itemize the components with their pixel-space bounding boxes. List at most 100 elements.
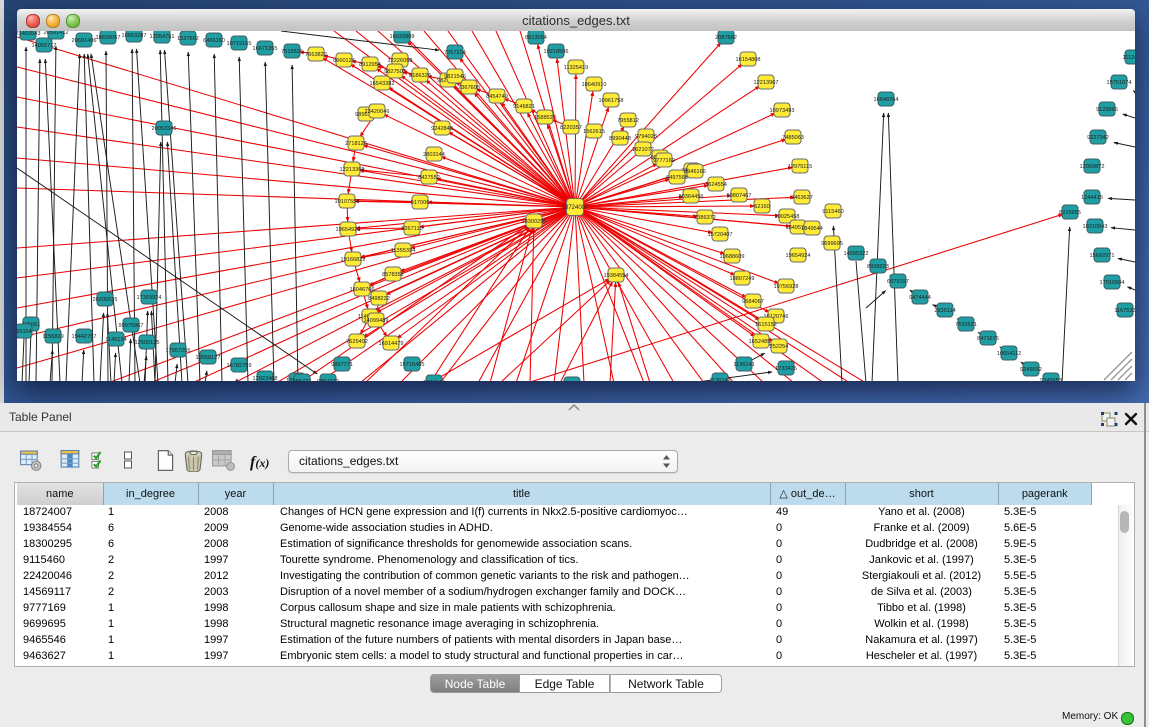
- svg-text:19756928: 19756928: [774, 284, 799, 290]
- svg-text:2367608: 2367608: [458, 85, 480, 91]
- svg-text:12975115: 12975115: [788, 164, 812, 170]
- svg-text:9794028: 9794028: [635, 134, 657, 140]
- svg-text:8938923: 8938923: [867, 264, 889, 270]
- svg-text:252254: 252254: [770, 344, 789, 350]
- svg-text:15720407: 15720407: [708, 232, 733, 238]
- svg-text:9245653: 9245653: [1040, 378, 1062, 381]
- svg-text:11325419: 11325419: [564, 65, 588, 71]
- svg-text:23420046: 23420046: [365, 109, 390, 115]
- svg-text:7632621: 7632621: [955, 322, 977, 328]
- svg-text:7955812: 7955812: [617, 118, 639, 124]
- svg-text:16543382: 16543382: [370, 81, 395, 87]
- svg-text:16648764: 16648764: [874, 97, 899, 103]
- svg-text:10025458: 10025458: [775, 214, 800, 220]
- svg-text:18300295: 18300295: [522, 219, 547, 225]
- svg-text:8471676: 8471676: [977, 336, 999, 342]
- svg-text:18807249: 18807249: [730, 276, 755, 282]
- svg-text:12213369: 12213369: [340, 167, 365, 173]
- svg-text:8427552: 8427552: [418, 175, 440, 181]
- svg-text:8498222: 8498222: [368, 296, 390, 302]
- svg-text:12923468: 12923468: [253, 376, 278, 381]
- svg-text:21403543: 21403543: [17, 31, 40, 37]
- svg-text:1621072: 1621072: [632, 147, 654, 153]
- svg-text:10958127: 10958127: [196, 355, 221, 361]
- svg-text:39154: 39154: [17, 329, 32, 335]
- svg-text:7485063: 7485063: [782, 135, 804, 141]
- svg-text:2935114: 2935114: [934, 308, 955, 314]
- svg-text:16914479: 16914479: [379, 341, 404, 347]
- svg-text:9821546: 9821546: [444, 74, 466, 80]
- svg-text:12054751: 12054751: [150, 34, 175, 40]
- svg-text:62160: 62160: [754, 204, 770, 210]
- svg-text:2718126: 2718126: [345, 141, 367, 147]
- svg-text:20364456: 20364456: [679, 194, 704, 200]
- svg-text:19384554: 19384554: [604, 273, 629, 279]
- svg-text:9946166: 9946166: [684, 169, 706, 175]
- svg-text:12213967: 12213967: [754, 80, 779, 86]
- svg-text:14095322: 14095322: [844, 251, 869, 257]
- svg-text:9857771: 9857771: [331, 362, 353, 368]
- svg-text:1156829: 1156829: [42, 334, 63, 340]
- svg-text:20206535: 20206535: [93, 297, 118, 303]
- svg-text:10653287: 10653287: [122, 33, 147, 39]
- svg-text:9245652: 9245652: [1020, 367, 1042, 373]
- svg-text:8186328: 8186328: [409, 73, 431, 79]
- svg-text:8912954: 8912954: [359, 62, 381, 68]
- svg-text:3624554: 3624554: [705, 182, 727, 188]
- svg-text:8813054: 8813054: [525, 35, 547, 41]
- svg-text:14055717: 14055717: [32, 43, 57, 49]
- svg-text:1615152: 1615152: [755, 322, 777, 328]
- svg-text:16782759: 16782759: [227, 363, 252, 369]
- svg-text:8578352: 8578352: [382, 272, 404, 278]
- svg-text:15692971: 15692971: [1090, 253, 1115, 259]
- svg-text:19218506: 19218506: [544, 49, 569, 55]
- svg-text:1527602: 1527602: [177, 36, 199, 42]
- svg-text:1136141: 1136141: [733, 362, 754, 368]
- svg-text:16154808: 16154808: [736, 57, 761, 63]
- svg-text:8454749: 8454749: [486, 94, 508, 100]
- svg-text:12226058: 12226058: [388, 58, 413, 64]
- svg-text:9463627: 9463627: [791, 195, 813, 201]
- svg-text:1145194: 1145194: [105, 337, 126, 343]
- svg-text:16046766: 16046766: [350, 287, 375, 293]
- svg-text:20691406: 20691406: [72, 38, 97, 44]
- svg-text:10961758: 10961758: [599, 98, 624, 104]
- svg-text:19442757: 19442757: [72, 334, 97, 340]
- svg-text:19654924: 19654924: [786, 253, 811, 259]
- svg-text:19654923: 19654923: [336, 227, 361, 233]
- svg-text:6679197: 6679197: [887, 279, 909, 285]
- svg-text:12505135: 12505135: [135, 340, 160, 346]
- svg-text:11355394: 11355394: [391, 248, 415, 254]
- svg-text:15751074: 15751074: [1107, 80, 1132, 86]
- svg-text:7515526: 7515526: [281, 49, 303, 55]
- svg-text:9777169: 9777169: [653, 158, 675, 164]
- svg-text:8267110: 8267110: [401, 226, 422, 232]
- svg-text:7386372: 7386372: [694, 215, 716, 221]
- svg-text:1562615: 1562615: [583, 129, 605, 135]
- svg-text:1849544: 1849544: [801, 226, 823, 232]
- svg-text:9242848: 9242848: [431, 126, 453, 132]
- svg-text:17957255: 17957255: [166, 348, 191, 354]
- svg-text:10807467: 10807467: [727, 193, 752, 199]
- svg-text:12093872: 12093872: [1080, 164, 1105, 170]
- svg-text:7663822: 7663822: [305, 52, 327, 58]
- svg-text:1167533: 1167533: [1114, 308, 1135, 314]
- svg-text:1112472: 1112472: [1123, 55, 1135, 61]
- svg-text:8660124: 8660124: [333, 58, 355, 64]
- svg-text:19166822: 19166822: [341, 257, 366, 263]
- svg-text:9227342: 9227342: [1087, 135, 1109, 141]
- svg-text:15716485: 15716485: [400, 362, 425, 368]
- svg-text:9474444: 9474444: [909, 295, 931, 301]
- svg-text:1733426: 1733426: [775, 366, 797, 372]
- svg-text:7625402: 7625402: [346, 339, 368, 345]
- svg-text:17016504: 17016504: [1100, 280, 1125, 286]
- svg-text:2087682: 2087682: [715, 35, 737, 41]
- svg-text:16033809: 16033809: [390, 34, 415, 40]
- svg-text:9115460: 9115460: [822, 209, 843, 215]
- svg-text:917006: 917006: [411, 200, 430, 206]
- svg-text:1588520: 1588520: [534, 115, 556, 121]
- svg-text:10719155: 10719155: [227, 41, 252, 47]
- svg-text:1571649: 1571649: [423, 380, 445, 381]
- svg-text:10107554: 10107554: [335, 199, 360, 205]
- svg-text:20591412: 20591412: [44, 31, 69, 36]
